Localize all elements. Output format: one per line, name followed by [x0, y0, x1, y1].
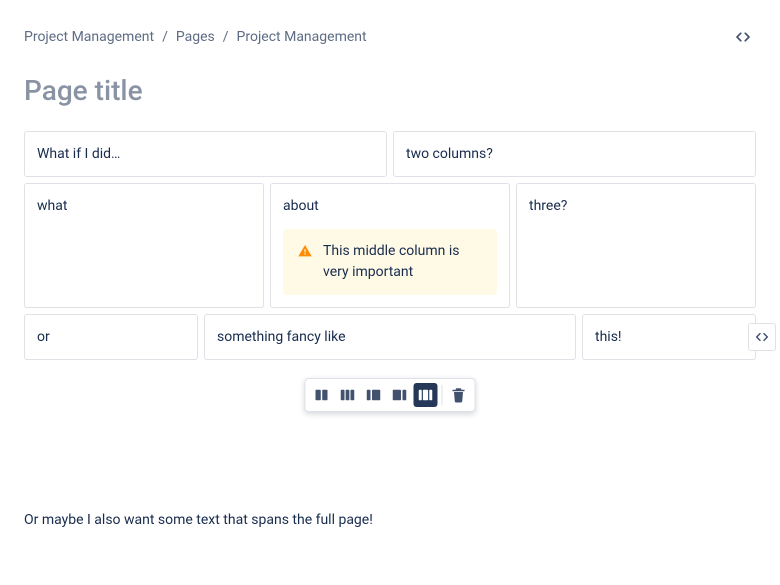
- cell-text: what: [37, 196, 251, 216]
- layout-three-equal-button[interactable]: [336, 383, 360, 407]
- warning-text: This middle column is very important: [323, 241, 483, 283]
- cell-text: three?: [529, 196, 743, 216]
- layout-row: or something fancy like this!: [24, 314, 756, 360]
- layout-row: what about This middle column is very im…: [24, 183, 756, 307]
- breadcrumb-separator: /: [162, 29, 168, 45]
- breadcrumb: Project Management / Pages / Project Man…: [24, 29, 367, 45]
- row-width-handle[interactable]: [748, 323, 776, 351]
- layout-cell[interactable]: three?: [516, 183, 756, 307]
- toolbar-separator: [442, 385, 443, 405]
- layout-toolbar: [305, 378, 476, 412]
- breadcrumb-item[interactable]: Project Management: [237, 29, 367, 45]
- warning-icon: [297, 241, 313, 259]
- layout-row-wrap: or something fancy like this!: [24, 314, 756, 360]
- cell-text: this!: [595, 327, 743, 347]
- layout-left-sidebar-button[interactable]: [362, 383, 386, 407]
- layout-right-sidebar-button[interactable]: [388, 383, 412, 407]
- warning-panel: This middle column is very important: [283, 229, 497, 295]
- breadcrumb-row: Project Management / Pages / Project Man…: [24, 24, 756, 50]
- layout-two-equal-button[interactable]: [310, 383, 334, 407]
- layout-row: What if I did… two columns?: [24, 131, 756, 177]
- breadcrumb-item[interactable]: Project Management: [24, 29, 154, 45]
- layout-cell[interactable]: or: [24, 314, 198, 360]
- cell-text: or: [37, 327, 185, 347]
- layout-cell[interactable]: What if I did…: [24, 131, 387, 177]
- cell-text: about: [283, 196, 497, 216]
- cell-text: two columns?: [406, 144, 743, 164]
- layout-cell[interactable]: this!: [582, 314, 756, 360]
- layout-three-with-sidebars-button[interactable]: [414, 383, 438, 407]
- delete-layout-button[interactable]: [447, 383, 471, 407]
- layout-cell[interactable]: something fancy like: [204, 314, 576, 360]
- body-paragraph[interactable]: Or maybe I also want some text that span…: [24, 510, 756, 531]
- layout-cell[interactable]: what: [24, 183, 264, 307]
- page-title-input[interactable]: [24, 74, 756, 107]
- breadcrumb-item[interactable]: Pages: [176, 29, 215, 45]
- layout-cell[interactable]: about This middle column is very importa…: [270, 183, 510, 307]
- cell-text: something fancy like: [217, 327, 563, 347]
- layout-cell[interactable]: two columns?: [393, 131, 756, 177]
- breadcrumb-separator: /: [223, 29, 229, 45]
- cell-text: What if I did…: [37, 144, 374, 164]
- collapse-expand-icon[interactable]: [730, 24, 756, 50]
